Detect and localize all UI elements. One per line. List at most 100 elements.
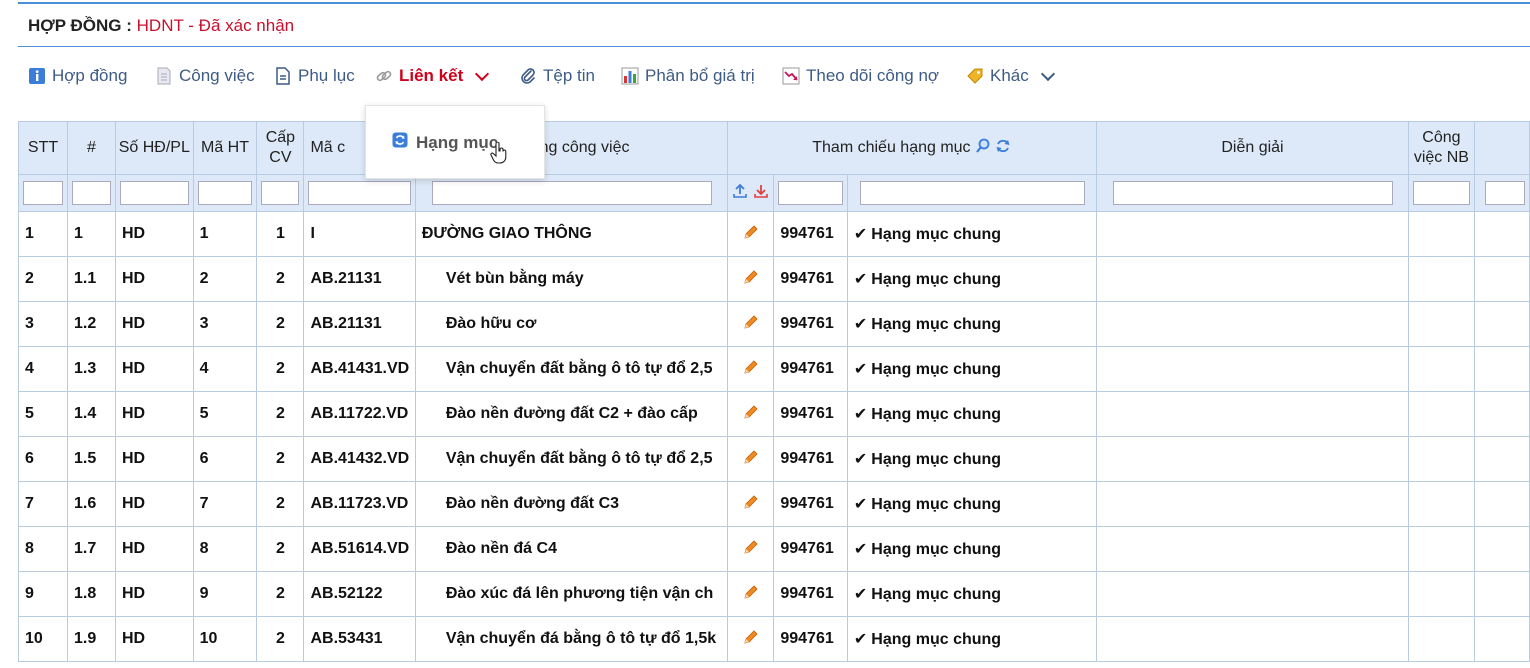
cell-ma-cv: AB.41432.VD — [303, 436, 416, 482]
pencil-icon[interactable] — [743, 269, 759, 285]
chevron-down-icon — [1040, 66, 1055, 82]
cell-ma-cv: AB.11723.VD — [303, 481, 416, 527]
cell-stt: 6 — [17, 436, 69, 482]
cell-cap: 2 — [256, 481, 305, 527]
table-row[interactable]: 3 1.2 HD 3 2 AB.21131 Đào hữu cơ 994761 ✔ Hạng mụ… — [17, 301, 1530, 347]
tab-theo-doi-cong-no[interactable]: Theo dõi công nợ — [782, 66, 939, 86]
filter-ref-input[interactable] — [778, 181, 843, 205]
dropdown-item-hang-muc[interactable]: Hạng mục — [392, 132, 498, 153]
table-row[interactable]: 6 1.5 HD 6 2 AB.41432.VD Vận chuyển đất bằng ô… — [17, 436, 1530, 482]
col-so-hd[interactable]: Số HĐ/PL — [114, 121, 194, 175]
cell-extra — [1473, 616, 1530, 662]
table-row[interactable]: 9 1.8 HD 9 2 AB.52122 Đào xúc đá lên phương ti… — [17, 571, 1530, 617]
filter-extra-input[interactable] — [1484, 181, 1525, 205]
cell-hang-muc: ✔ Hạng mục chung — [846, 616, 1098, 662]
cell-ref: 994761 — [773, 346, 848, 392]
table-row[interactable]: 8 1.7 HD 8 2 AB.51614.VD Đào nền đá C4 994761 ✔ H… — [17, 526, 1530, 572]
table-row[interactable]: 5 1.4 HD 5 2 AB.11722.VD Đào nền đường đất C2 … — [17, 391, 1530, 437]
filter-hang-muc-input[interactable] — [859, 181, 1085, 205]
col-cap-cv-line1: Cấp — [265, 129, 296, 146]
hang-muc-label: Hạng mục chung — [871, 316, 1002, 333]
tab-phu-luc[interactable]: Phụ lục — [274, 66, 355, 86]
top-border — [18, 2, 1530, 4]
col-ma-ht[interactable]: Mã HT — [192, 121, 258, 175]
cell-edit — [726, 211, 775, 257]
magnifier-icon[interactable] — [975, 138, 991, 156]
filter-ma-ht-input[interactable] — [197, 181, 253, 205]
table-row[interactable]: 10 1.9 HD 10 2 AB.53431 Vận chuyển đá bằng ô t… — [17, 616, 1530, 662]
hang-muc-label: Hạng mục chung — [871, 271, 1002, 288]
pencil-icon[interactable] — [743, 449, 759, 465]
tab-label: Công việc — [179, 66, 255, 85]
tab-cong-viec[interactable]: Công việc — [155, 66, 255, 86]
hang-muc-label: Hạng mục chung — [871, 451, 1002, 468]
cell-stt: 2 — [17, 256, 69, 302]
filter-cap-cv-input[interactable] — [261, 181, 300, 205]
table-row[interactable]: 2 1.1 HD 2 2 AB.21131 Vét bùn bằng máy 994761 ✔ H… — [17, 256, 1530, 302]
cell-noi-dung: ĐƯỜNG GIAO THÔNG — [414, 211, 728, 257]
download-icon[interactable] — [753, 184, 769, 203]
cell-ma-ht: 4 — [192, 346, 258, 392]
tab-phan-bo-gia-tri[interactable]: Phân bổ giá trị — [621, 66, 755, 86]
cell-ma-cv: AB.11722.VD — [303, 391, 416, 437]
cell-so-hd: HD — [114, 346, 194, 392]
filter-num-input[interactable] — [72, 181, 111, 205]
filter-cong-viec-nb-input[interactable] — [1412, 181, 1470, 205]
filter-ma-cv-input[interactable] — [308, 181, 411, 205]
table-row[interactable]: 7 1.6 HD 7 2 AB.11723.VD Đào nền đường đất C3 9… — [17, 481, 1530, 527]
cell-num: 1.1 — [67, 256, 116, 302]
cell-cap: 2 — [256, 346, 305, 392]
filter-cell — [773, 174, 848, 212]
col-stt[interactable]: STT — [17, 121, 69, 175]
cell-so-hd: HD — [114, 256, 194, 302]
filter-cell — [1096, 174, 1409, 212]
cell-hang-muc: ✔ Hạng mục chung — [846, 436, 1098, 482]
col-cap-cv[interactable]: Cấp CV — [256, 121, 305, 175]
refresh-icon[interactable] — [995, 139, 1011, 156]
tab-label: Khác — [990, 66, 1029, 85]
pencil-icon[interactable] — [743, 494, 759, 510]
cell-extra — [1473, 211, 1530, 257]
filter-cell — [17, 174, 69, 212]
tab-tep-tin[interactable]: Tệp tin — [519, 66, 595, 86]
col-extra — [1473, 121, 1530, 175]
table-row[interactable]: 4 1.3 HD 4 2 AB.41431.VD Vận chuyển đất bằng ô… — [17, 346, 1530, 392]
cell-so-hd: HD — [114, 616, 194, 662]
filter-noi-dung-input[interactable] — [431, 181, 712, 205]
tab-hop-dong[interactable]: Hợp đồng — [28, 66, 127, 86]
tab-lien-ket[interactable]: Liên kết — [375, 66, 490, 86]
info-icon — [28, 67, 46, 85]
col-num[interactable]: # — [67, 121, 116, 175]
cell-noi-dung: Đào nền đá C4 — [414, 526, 728, 572]
pencil-icon[interactable] — [743, 404, 759, 420]
col-dien-giai[interactable]: Diễn giải — [1096, 121, 1409, 175]
tab-label: Phụ lục — [298, 66, 355, 85]
col-cong-viec-nb[interactable]: Công việc NB — [1407, 121, 1475, 175]
col-cong-viec-nb-line1: Công — [1422, 129, 1461, 146]
tab-khac[interactable]: Khác — [966, 66, 1055, 86]
cell-so-hd: HD — [114, 481, 194, 527]
pencil-icon[interactable] — [743, 584, 759, 600]
cell-cong-viec-nb — [1407, 481, 1475, 527]
filter-stt-input[interactable] — [23, 181, 64, 205]
cell-hang-muc: ✔ Hạng mục chung — [846, 211, 1098, 257]
cell-hang-muc: ✔ Hạng mục chung — [846, 256, 1098, 302]
check-icon: ✔ — [853, 496, 868, 513]
filter-so-hd-input[interactable] — [119, 181, 189, 205]
pencil-icon[interactable] — [743, 359, 759, 375]
filter-dien-giai-input[interactable] — [1113, 181, 1394, 205]
filter-cell — [1473, 174, 1530, 212]
pencil-icon[interactable] — [743, 629, 759, 645]
cell-edit — [726, 436, 775, 482]
upload-icon[interactable] — [732, 183, 748, 203]
check-icon: ✔ — [853, 226, 868, 243]
pencil-icon[interactable] — [743, 314, 759, 330]
pencil-icon[interactable] — [743, 224, 759, 240]
pencil-icon[interactable] — [743, 539, 759, 555]
cell-ma-cv: I — [303, 211, 416, 257]
table-row[interactable]: 1 1 HD 1 1 I ĐƯỜNG GIAO THÔNG 994761 ✔ Hạng mục c… — [17, 211, 1530, 257]
cell-extra — [1473, 481, 1530, 527]
col-tham-chieu[interactable]: Tham chiếu hạng mục — [726, 121, 1098, 175]
filter-cell — [1407, 174, 1475, 212]
cell-extra — [1473, 346, 1530, 392]
